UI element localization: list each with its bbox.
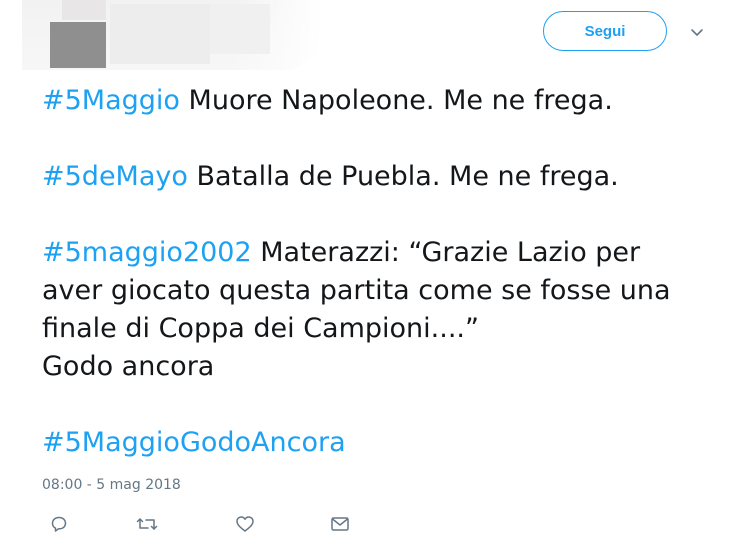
reply-button[interactable] <box>48 513 70 535</box>
heart-icon <box>235 515 255 533</box>
tweet-line: aver giocato questa partita come se foss… <box>42 275 671 306</box>
tweet-paragraph: #5MaggioGodoAncora <box>42 424 732 462</box>
tweet-line: #5maggio2002 Materazzi: “Grazie Lazio pe… <box>42 234 732 272</box>
retweet-button[interactable] <box>136 513 158 535</box>
tweet-timestamp[interactable]: 08:00 - 5 mag 2018 <box>42 477 181 493</box>
avatar[interactable] <box>50 22 106 68</box>
follow-button[interactable]: Segui <box>543 11 667 51</box>
envelope-icon <box>330 515 350 533</box>
tweet-line: #5MaggioGodoAncora <box>42 424 732 462</box>
tweet-line: #5Maggio Muore Napoleone. Me ne frega. <box>42 82 732 120</box>
blurred-region <box>62 0 106 20</box>
tweet-line-text: Batalla de Puebla. Me ne frega. <box>187 161 619 192</box>
reply-icon <box>50 515 68 533</box>
tweet-text: #5Maggio Muore Napoleone. Me ne frega. #… <box>42 82 732 462</box>
tweet-header: Segui <box>0 0 748 76</box>
blurred-username <box>210 4 270 54</box>
hashtag-link[interactable]: #5MaggioGodoAncora <box>42 427 346 458</box>
like-button[interactable] <box>234 513 256 535</box>
tweet-line: finale di Coppa dei Campioni....” <box>42 313 479 344</box>
retweet-icon <box>136 515 158 533</box>
blurred-display-name <box>110 4 210 64</box>
tweet-paragraph: #5Maggio Muore Napoleone. Me ne frega. <box>42 82 732 120</box>
chevron-down-icon[interactable] <box>690 24 704 38</box>
hashtag-link[interactable]: #5maggio2002 <box>42 237 252 268</box>
tweet-paragraph: #5maggio2002 Materazzi: “Grazie Lazio pe… <box>42 234 732 386</box>
tweet-line-text: Materazzi: “Grazie Lazio per <box>251 237 641 268</box>
hashtag-link[interactable]: #5Maggio <box>42 85 180 116</box>
hashtag-link[interactable]: #5deMayo <box>42 161 188 192</box>
tweet-line: Godo ancora <box>42 351 215 382</box>
tweet-paragraph: #5deMayo Batalla de Puebla. Me ne frega. <box>42 158 732 196</box>
direct-message-button[interactable] <box>329 513 351 535</box>
tweet-line-text: Muore Napoleone. Me ne frega. <box>179 85 613 116</box>
tweet-line: #5deMayo Batalla de Puebla. Me ne frega. <box>42 158 732 196</box>
